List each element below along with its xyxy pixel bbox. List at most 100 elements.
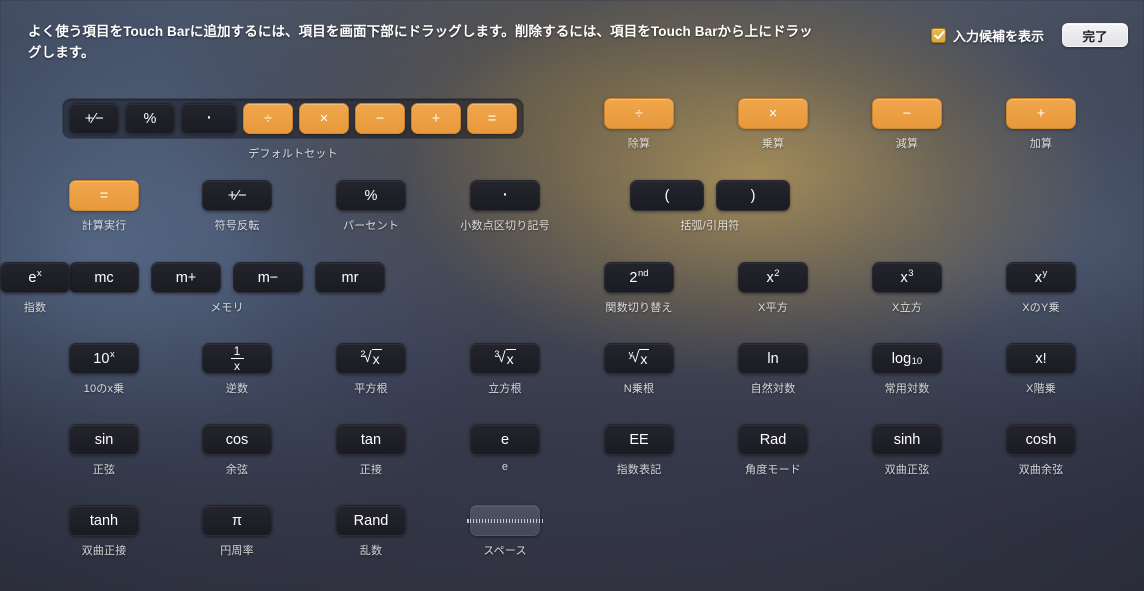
caption-space: スペース: [483, 545, 527, 557]
item-common-log: log 10 常用対数: [872, 343, 942, 396]
item-hyperbolic-sine: sinh 双曲正弦: [872, 424, 942, 477]
key-memory-add[interactable]: m+: [151, 262, 221, 293]
item-x-squared: x 2 X平方: [738, 262, 808, 315]
key-x-to-the-y[interactable]: xy: [1006, 262, 1076, 293]
key-euler-number[interactable]: e: [470, 424, 540, 455]
caption-nth-root: N乗根: [623, 383, 655, 395]
top-bar: よく使う項目をTouch Barに追加するには、項目を画面下部にドラッグします。…: [0, 0, 1144, 72]
key-x-cubed[interactable]: x3: [872, 262, 942, 293]
item-sine: sin 正弦: [69, 424, 139, 477]
key-common-log[interactable]: log 10: [872, 343, 942, 374]
caption-multiply: 乗算: [761, 138, 785, 150]
key-x-squared[interactable]: x2: [738, 262, 808, 293]
caption-x-to-the-y: XのY乗: [1022, 302, 1060, 314]
caption-divide: 除算: [627, 138, 651, 150]
show-typing-suggestions-checkbox-row[interactable]: 入力候補を表示: [930, 26, 1044, 45]
key-cube-root[interactable]: 3 √ x: [470, 343, 540, 374]
key-add[interactable]: +: [411, 103, 461, 134]
key-ten-to-the-x[interactable]: 10 x: [69, 343, 139, 374]
instructions-text: よく使う項目をTouch Barに追加するには、項目を画面下部にドラッグします。…: [28, 24, 813, 60]
key-nth-root[interactable]: y √ x: [604, 343, 674, 374]
key-memory-clear[interactable]: mc: [69, 262, 139, 293]
group-keys-default-set: +⁄−% · ÷ × − + =: [62, 98, 524, 139]
item-exponent-notation: EE 指数表記: [604, 424, 674, 477]
top-bar-controls: 入力候補を表示 完了: [930, 22, 1128, 47]
caption-parentheses: 括弧/引用符: [680, 220, 740, 232]
key-hyperbolic-cosine[interactable]: cosh: [1006, 424, 1076, 455]
key-multiply[interactable]: ×: [738, 98, 808, 129]
key-random[interactable]: Rand: [336, 505, 406, 536]
item-e-to-the-x: e x 指数: [0, 262, 70, 315]
item-euler-number: ee: [470, 424, 540, 473]
caption-x-squared: X平方: [758, 302, 788, 314]
caption-ten-to-the-x: 10のx乗: [83, 383, 125, 395]
key-percent[interactable]: %: [125, 103, 175, 134]
item-square-root: 2 √ x 平方根: [336, 343, 406, 396]
key-pi[interactable]: π: [202, 505, 272, 536]
item-second-function: 2nd 関数切り替え: [604, 262, 674, 315]
key-square-root[interactable]: 2 √ x: [336, 343, 406, 374]
key-add[interactable]: +: [1006, 98, 1076, 129]
item-equals: = 計算実行: [69, 180, 139, 233]
item-natural-log: ln 自然対数: [738, 343, 808, 396]
item-add: + 加算: [1006, 98, 1076, 151]
key-sine[interactable]: sin: [69, 424, 139, 455]
item-tangent: tan 正接: [336, 424, 406, 477]
caption-square-root: 平方根: [354, 383, 388, 395]
key-space[interactable]: [466, 505, 544, 536]
item-hyperbolic-tangent: tanh 双曲正接: [69, 505, 139, 558]
key-cosine[interactable]: cos: [202, 424, 272, 455]
key-sign-toggle[interactable]: +⁄−: [69, 103, 119, 134]
key-divide[interactable]: ÷: [243, 103, 293, 134]
caption-sine: 正弦: [92, 464, 116, 476]
key-exponent-notation[interactable]: EE: [604, 424, 674, 455]
key-multiply[interactable]: ×: [299, 103, 349, 134]
key-hyperbolic-sine[interactable]: sinh: [872, 424, 942, 455]
key-angle-mode[interactable]: Rad: [738, 424, 808, 455]
key-divide[interactable]: ÷: [604, 98, 674, 129]
touchbar-item-palette: +⁄−% · ÷ × − + = デフォルトセット ÷ 除算 × 乗算 − 減算 + 加算() 括弧/引用符 = 計…: [0, 88, 1144, 578]
caption-hyperbolic-cosine: 双曲余弦: [1018, 464, 1064, 476]
item-cube-root: 3 √ x 立方根: [470, 343, 540, 396]
key-tangent[interactable]: tan: [336, 424, 406, 455]
done-button[interactable]: 完了: [1062, 23, 1128, 47]
key-subtract[interactable]: −: [872, 98, 942, 129]
key-close-paren[interactable]: ): [716, 180, 790, 211]
key-reciprocal[interactable]: 1x: [202, 343, 272, 374]
key-hyperbolic-tangent[interactable]: tanh: [69, 505, 139, 536]
caption-default-set: デフォルトセット: [248, 148, 338, 160]
group-parentheses: () 括弧/引用符: [630, 180, 790, 233]
key-natural-log[interactable]: ln: [738, 343, 808, 374]
key-equals[interactable]: =: [467, 103, 517, 134]
key-sign-toggle[interactable]: +⁄−: [202, 180, 272, 211]
item-decimal-point: · 小数点区切り記号: [460, 180, 550, 233]
key-open-paren[interactable]: (: [630, 180, 704, 211]
key-e-to-the-x[interactable]: ex: [0, 262, 70, 293]
item-percent: % パーセント: [336, 180, 406, 233]
caption-x-cubed: X立方: [892, 302, 922, 314]
key-decimal-point[interactable]: ·: [470, 180, 540, 211]
checkbox-checked-icon[interactable]: [930, 27, 946, 43]
caption-second-function: 関数切り替え: [605, 302, 673, 314]
caption-exponent-notation: 指数表記: [616, 464, 662, 476]
group-keys-parentheses: (): [630, 180, 790, 211]
caption-random: 乱数: [359, 545, 383, 557]
key-equals[interactable]: =: [69, 180, 139, 211]
item-x-cubed: x 3 X立方: [872, 262, 942, 315]
key-memory-recall[interactable]: mr: [315, 262, 385, 293]
caption-common-log: 常用対数: [884, 383, 930, 395]
caption-add: 加算: [1029, 138, 1053, 150]
item-factorial: x! X階乗: [1006, 343, 1076, 396]
key-subtract[interactable]: −: [355, 103, 405, 134]
item-sign-toggle: +⁄− 符号反転: [202, 180, 272, 233]
caption-sign-toggle: 符号反転: [214, 220, 260, 232]
key-memory-subtract[interactable]: m−: [233, 262, 303, 293]
item-angle-mode: Rad 角度モード: [738, 424, 808, 477]
caption-hyperbolic-tangent: 双曲正接: [81, 545, 127, 557]
caption-factorial: X階乗: [1026, 383, 1056, 395]
key-decimal-point[interactable]: ·: [181, 103, 237, 134]
item-cosine: cos 余弦: [202, 424, 272, 477]
key-factorial[interactable]: x!: [1006, 343, 1076, 374]
key-second-function[interactable]: 2nd: [604, 262, 674, 293]
key-percent[interactable]: %: [336, 180, 406, 211]
